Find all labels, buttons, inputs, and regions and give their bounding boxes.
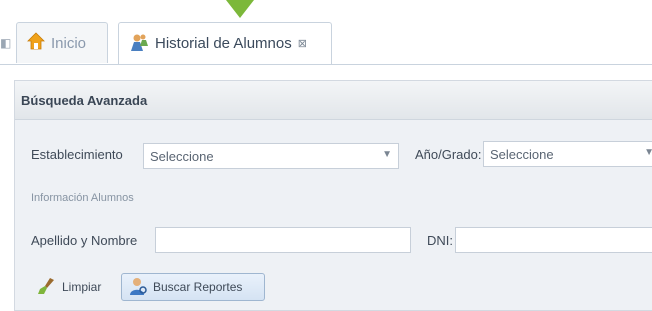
tab-historial-alumnos[interactable]: Historial de Alumnos ⊠ bbox=[118, 22, 332, 64]
student-icon bbox=[129, 32, 149, 56]
apellido-label: Apellido y Nombre bbox=[31, 233, 138, 248]
anio-grado-label: Año/Grado: bbox=[415, 147, 482, 162]
tab-close-icon[interactable]: ⊠ bbox=[298, 37, 307, 50]
tab-inicio-label: Inicio bbox=[51, 34, 87, 52]
chevron-down-icon: ▼ bbox=[644, 147, 652, 158]
user-search-icon bbox=[128, 276, 148, 299]
anio-grado-value: Seleccione bbox=[490, 146, 554, 162]
limpiar-button[interactable]: Limpiar bbox=[31, 273, 111, 301]
home-icon bbox=[27, 32, 45, 54]
buscar-reportes-label: Buscar Reportes bbox=[153, 280, 243, 294]
establecimiento-select[interactable]: Seleccione ▼ bbox=[143, 143, 399, 169]
limpiar-label: Limpiar bbox=[62, 280, 102, 294]
tab-historial-label: Historial de Alumnos bbox=[155, 35, 292, 52]
tab-scroll-left-icon[interactable]: ◧ bbox=[0, 36, 14, 52]
establecimiento-label: Establecimiento bbox=[31, 147, 123, 162]
anio-grado-select[interactable]: Seleccione ▼ bbox=[483, 141, 652, 167]
establecimiento-value: Seleccione bbox=[150, 148, 214, 164]
dni-label: DNI: bbox=[427, 233, 453, 248]
broom-icon bbox=[37, 277, 57, 298]
panel-title: Búsqueda Avanzada bbox=[15, 81, 652, 120]
section-label: Información Alumnos bbox=[31, 192, 134, 204]
tab-bar: ◧ Inicio Historial de Alumnos ⊠ bbox=[0, 14, 652, 65]
buscar-reportes-button[interactable]: Buscar Reportes bbox=[121, 273, 265, 301]
tab-inicio[interactable]: Inicio bbox=[16, 22, 108, 63]
toolbar: Limpiar Buscar Reportes bbox=[15, 273, 652, 309]
apellido-input[interactable] bbox=[155, 227, 411, 253]
chevron-down-icon: ▼ bbox=[382, 149, 392, 160]
advanced-search-panel: Búsqueda Avanzada Establecimiento Selecc… bbox=[14, 80, 652, 311]
dni-input[interactable] bbox=[455, 227, 652, 253]
